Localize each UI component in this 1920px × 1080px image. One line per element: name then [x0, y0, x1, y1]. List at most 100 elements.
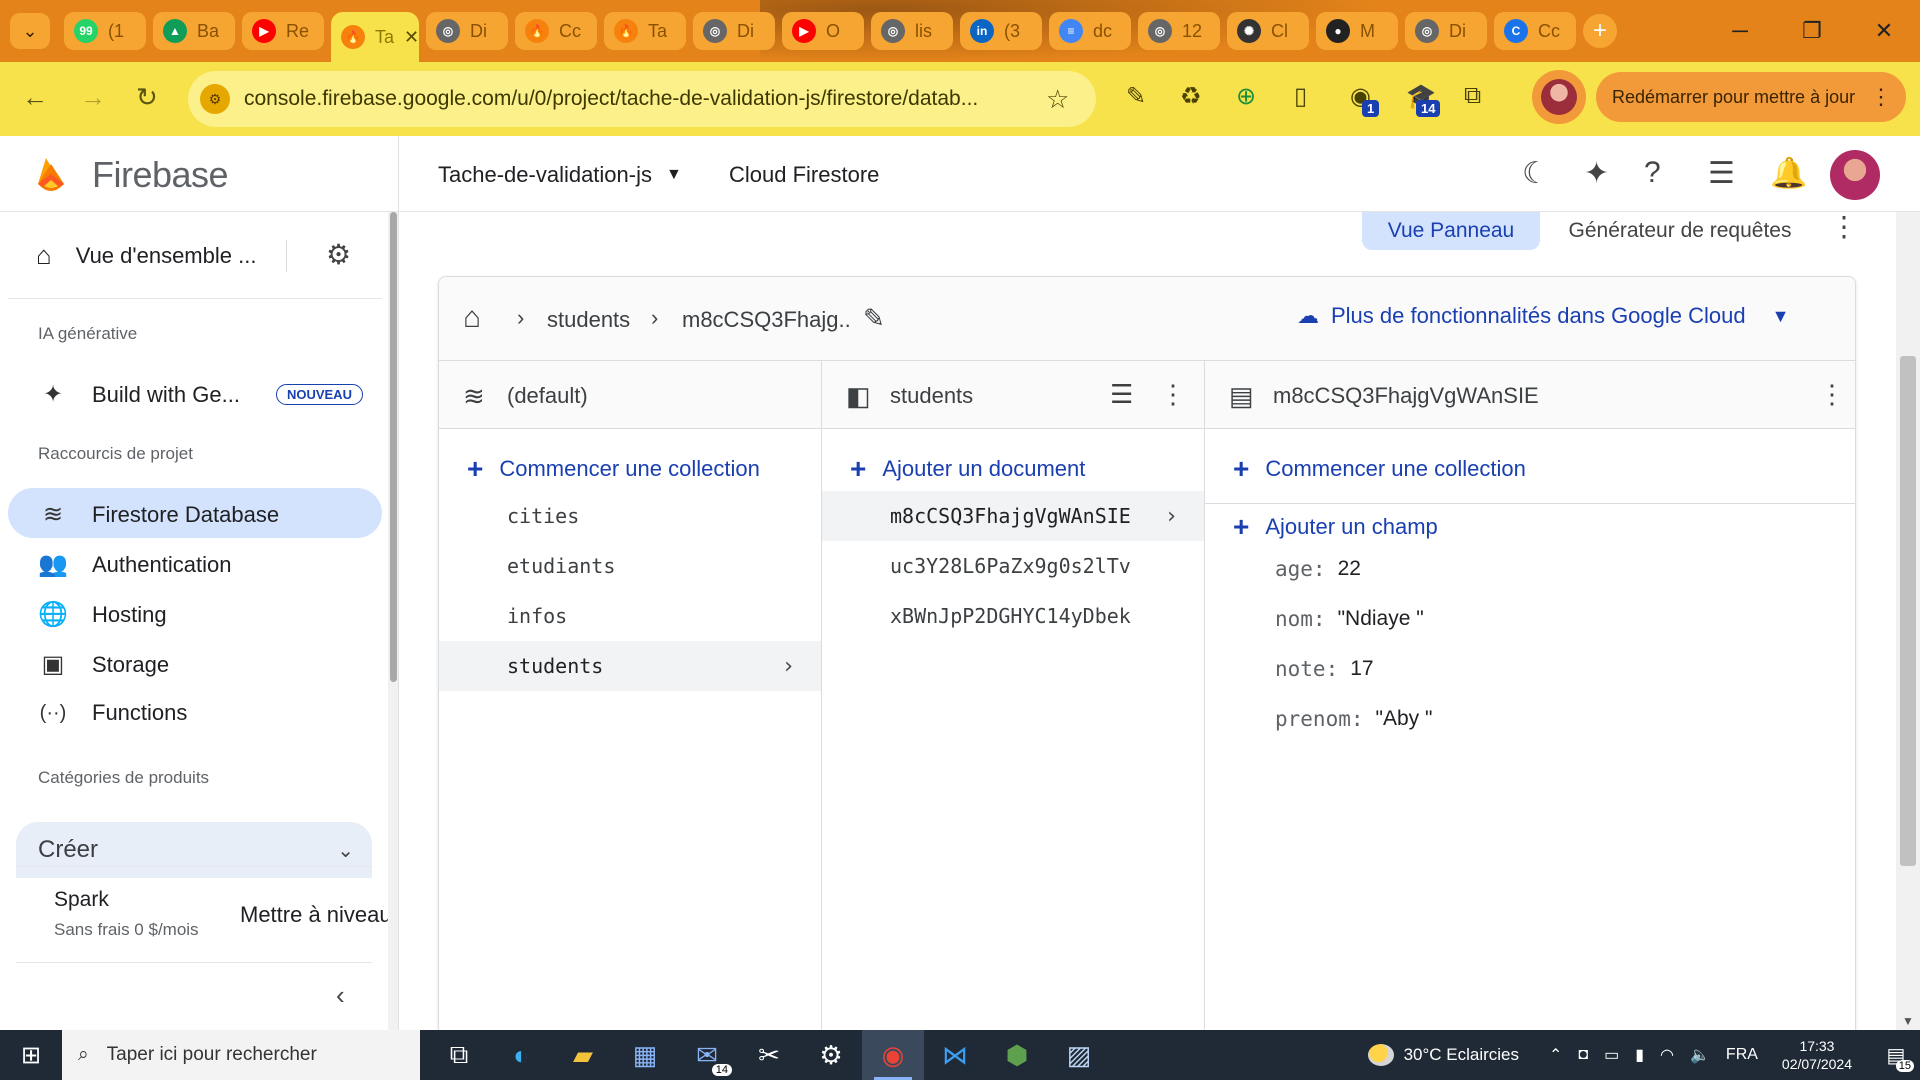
clock[interactable]: 17:33 02/07/2024 [1782, 1037, 1852, 1073]
clipboard-extension-icon[interactable]: ▯ [1294, 82, 1307, 111]
sidebar-item-hosting[interactable]: 🌐 Hosting [38, 600, 167, 629]
tab-search-button[interactable]: ⌄ [10, 13, 50, 49]
bookmark-star-icon[interactable]: ☆ [1046, 84, 1069, 115]
file-explorer-icon[interactable]: ▰ [552, 1030, 614, 1080]
edit-pencil-icon[interactable]: ✎ [863, 303, 885, 334]
breadcrumb-item[interactable]: students [547, 307, 630, 333]
browser-tab[interactable]: ✺ Cl [1227, 12, 1309, 50]
camera-icon[interactable]: ◘ [1578, 1046, 1588, 1064]
list-item[interactable]: cities [439, 491, 821, 541]
collapse-sidebar-icon[interactable]: ‹ [336, 980, 345, 1011]
release-notes-icon[interactable]: ☰ [1708, 156, 1735, 191]
filter-icon[interactable]: ☰ [1110, 379, 1133, 410]
close-tab-icon[interactable]: ✕ [404, 27, 419, 48]
volume-icon[interactable]: 🔈 [1690, 1045, 1710, 1065]
add-extension-icon[interactable]: ⊕ [1236, 82, 1256, 111]
sidebar-item-authentication[interactable]: 👥 Authentication [38, 550, 231, 579]
browser-tab[interactable]: ◎ Di [693, 12, 775, 50]
more-vert-icon[interactable]: ⋮ [1830, 210, 1858, 243]
sidebar-item-build-with-gemini[interactable]: ✦ Build with Ge... NOUVEAU [38, 380, 363, 409]
eyedropper-extension-icon[interactable]: ✎ [1126, 82, 1146, 111]
list-item[interactable]: students › [439, 641, 821, 691]
project-selector[interactable]: Tache-de-validation-js ▼ [438, 162, 682, 188]
brand-title[interactable]: Firebase [92, 154, 229, 196]
account-avatar[interactable] [1830, 150, 1880, 200]
browser-tab[interactable]: ▶ O [782, 12, 864, 50]
wifi-icon[interactable]: ◠ [1660, 1045, 1674, 1065]
browser-tab[interactable]: 🔥 Cc [515, 12, 597, 50]
mail-icon[interactable]: ✉ 14 [676, 1030, 738, 1080]
browser-tab[interactable]: ◎ Di [426, 12, 508, 50]
list-item[interactable]: xBWnJpP2DGHYC14yDbek [822, 591, 1204, 641]
omnibox[interactable]: ⚙ console.firebase.google.com/u/0/projec… [188, 71, 1096, 127]
weather-widget[interactable]: 30°C Eclaircies [1367, 1044, 1519, 1066]
restart-update-button[interactable]: Redémarrer pour mettre à jour ⋮ [1596, 72, 1906, 122]
breadcrumb-item[interactable]: m8cCSQ3Fhajg.. [682, 307, 851, 333]
taskbar-search[interactable]: ⌕ Taper ici pour rechercher [62, 1030, 420, 1080]
new-tab-button[interactable]: + [1583, 14, 1617, 48]
more-vert-icon[interactable]: ⋮ [1819, 379, 1845, 410]
list-item[interactable]: etudiants [439, 541, 821, 591]
store-icon[interactable]: ▦ [614, 1030, 676, 1080]
browser-tab[interactable]: ≡ dc [1049, 12, 1131, 50]
scroll-down-arrow-icon[interactable]: ▼ [1902, 1014, 1914, 1028]
browser-tab[interactable]: ▲ Ba [153, 12, 235, 50]
reload-button[interactable]: ↻ [136, 82, 158, 113]
chevron-up-icon[interactable]: ⌃ [1549, 1045, 1562, 1065]
close-window-button[interactable]: ✕ [1848, 0, 1920, 62]
sidebar-scrollbar[interactable] [388, 212, 398, 1030]
notifications-icon[interactable]: ▤ 15 [1872, 1030, 1920, 1080]
document-field[interactable]: prenom: "Aby " [1275, 707, 1432, 731]
document-field[interactable]: nom: "Ndiaye " [1275, 607, 1424, 631]
browser-tab-active[interactable]: 🔥 Ta ✕ [331, 12, 419, 62]
restore-button[interactable]: ❐ [1776, 0, 1848, 62]
settings-gear-icon[interactable]: ⚙ [326, 238, 351, 271]
nodejs-icon[interactable]: ⬢ [986, 1030, 1048, 1080]
tab-panel-view[interactable]: Vue Panneau [1362, 212, 1540, 250]
add-field-button[interactable]: + Ajouter un champ [1233, 511, 1438, 543]
dark-mode-icon[interactable]: ☾ [1522, 156, 1549, 191]
scrollbar-thumb[interactable] [390, 212, 397, 682]
sidebar-item-functions[interactable]: (··) Functions [38, 700, 188, 726]
list-item[interactable]: infos [439, 591, 821, 641]
start-collection-button[interactable]: + Commencer une collection [1233, 453, 1526, 485]
browser-tab[interactable]: 🔥 Ta [604, 12, 686, 50]
minimize-button[interactable]: ─ [1704, 0, 1776, 62]
browser-tab[interactable]: ● M [1316, 12, 1398, 50]
profile-avatar[interactable] [1532, 70, 1586, 124]
settings-gear-icon[interactable]: ⚙ [800, 1030, 862, 1080]
main-scrollbar[interactable]: ▼ [1896, 212, 1920, 1030]
more-vert-icon[interactable]: ⋮ [1870, 84, 1892, 110]
site-info-icon[interactable]: ⚙ [200, 84, 230, 114]
browser-tab[interactable]: ▶ Re [242, 12, 324, 50]
task-view-icon[interactable]: ⧉ [428, 1030, 490, 1080]
document-field[interactable]: age: 22 [1275, 557, 1361, 581]
help-icon[interactable]: ? [1644, 156, 1661, 190]
sidebar-item-overview[interactable]: ⌂ Vue d'ensemble ... [36, 240, 256, 271]
browser-tab[interactable]: ◎ 12 [1138, 12, 1220, 50]
browser-tab[interactable]: ◎ Di [1405, 12, 1487, 50]
document-field[interactable]: note: 17 [1275, 657, 1374, 681]
edge-icon[interactable]: ◐ [490, 1030, 552, 1080]
more-vert-icon[interactable]: ⋮ [1160, 379, 1186, 410]
google-cloud-link[interactable]: ☁ Plus de fonctionnalités dans Google Cl… [1297, 303, 1789, 329]
browser-tab[interactable]: in (3 [960, 12, 1042, 50]
sidebar-item-storage[interactable]: ▣ Storage [38, 650, 169, 679]
sidebar-item-firestore[interactable]: ≋ Firestore Database [38, 500, 279, 529]
recycle-extension-icon[interactable]: ♻ [1180, 82, 1202, 111]
snipping-tool-icon[interactable]: ✂ [738, 1030, 800, 1080]
display-icon[interactable]: ▭ [1604, 1045, 1619, 1065]
chrome-icon[interactable]: ◉ [862, 1030, 924, 1080]
windows-start-icon[interactable]: ⊞ [0, 1030, 62, 1080]
list-item[interactable]: uc3Y28L6PaZx9g0s2lTv [822, 541, 1204, 591]
browser-tab[interactable]: ◎ lis [871, 12, 953, 50]
add-document-button[interactable]: + Ajouter un document [850, 453, 1085, 485]
photos-icon[interactable]: ▨ [1048, 1030, 1110, 1080]
scrollbar-thumb[interactable] [1900, 356, 1916, 866]
upgrade-button[interactable]: Mettre à niveau [240, 902, 392, 928]
browser-tab[interactable]: 99 (1 [64, 12, 146, 50]
puzzle-extensions-icon[interactable]: ⧉ [1464, 82, 1481, 110]
create-section-toggle[interactable]: Créer ⌄ [16, 822, 372, 878]
language-indicator[interactable]: FRA [1726, 1046, 1758, 1064]
battery-icon[interactable]: ▮ [1635, 1045, 1644, 1065]
